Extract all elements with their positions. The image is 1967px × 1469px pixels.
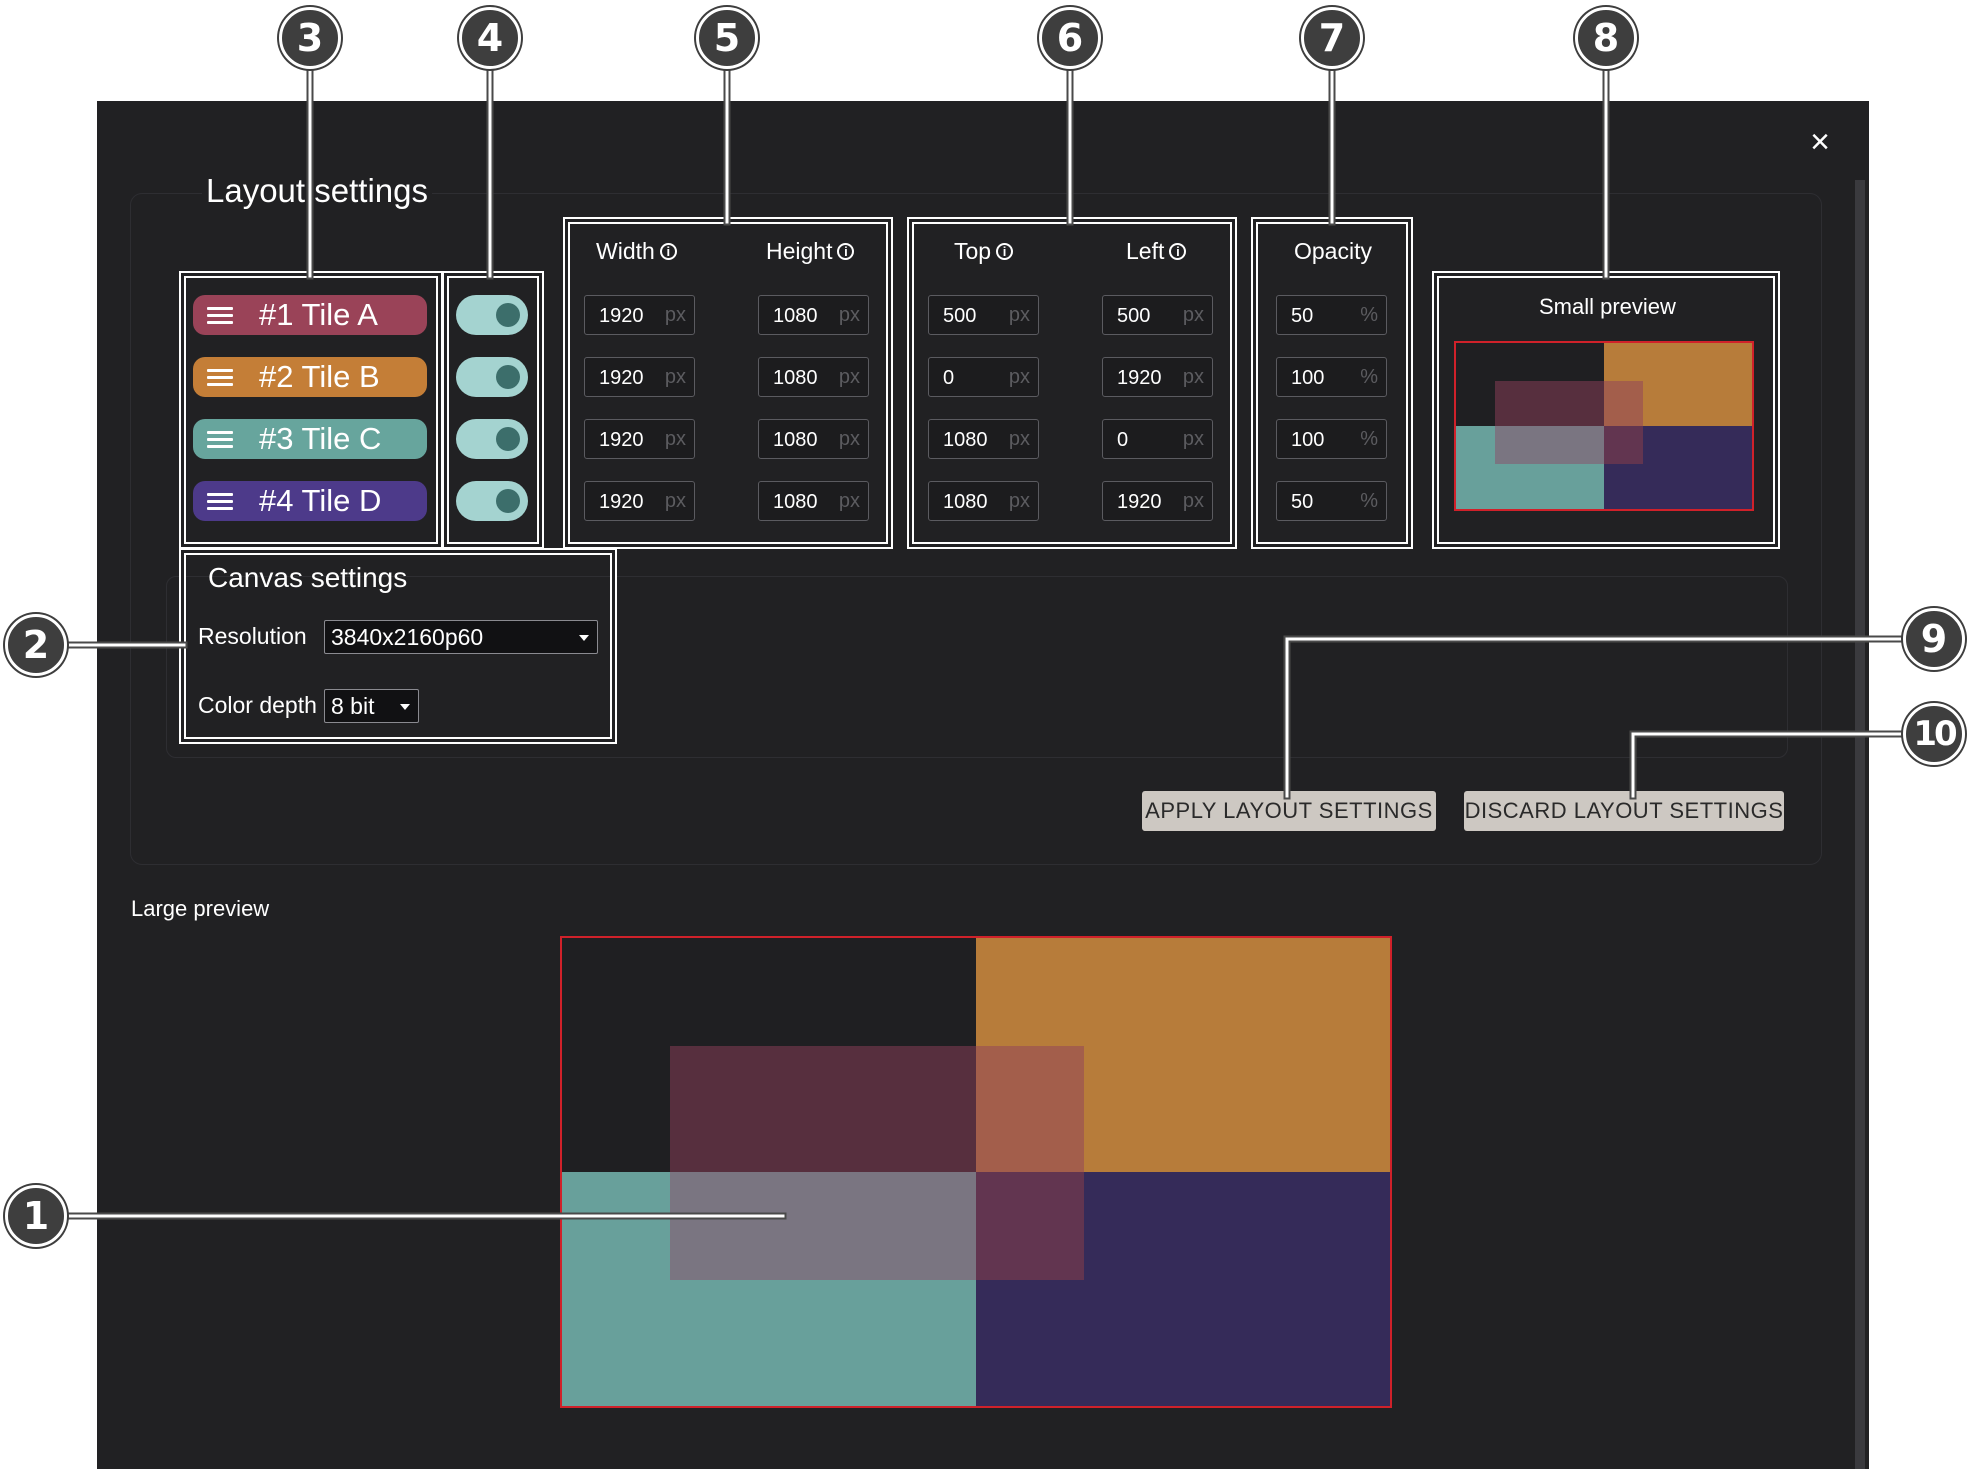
callout-badge: 1 bbox=[5, 1185, 67, 1247]
callout-badge: 9 bbox=[1903, 608, 1965, 670]
callout-badge: 3 bbox=[279, 7, 341, 69]
callout-badge: 7 bbox=[1301, 7, 1363, 69]
callout-badge: 2 bbox=[5, 614, 67, 676]
callout-leader-lines bbox=[57, 58, 1904, 1220]
callout-badge: 6 bbox=[1039, 7, 1101, 69]
callout-badge: 5 bbox=[696, 7, 758, 69]
callout-badge: 10 bbox=[1903, 703, 1965, 765]
callout-badge: 4 bbox=[459, 7, 521, 69]
callout-badge: 8 bbox=[1575, 7, 1637, 69]
